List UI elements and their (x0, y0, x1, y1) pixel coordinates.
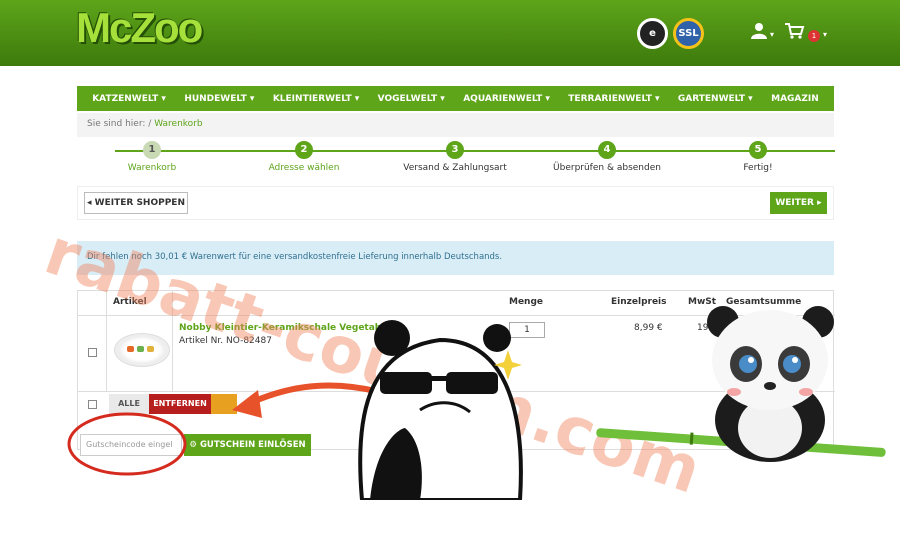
checkout-step-3: 3 Versand & Zahlungsart (385, 141, 525, 173)
breadcrumb-current[interactable]: Warenkorb (154, 119, 202, 129)
user-chevron-icon[interactable]: ▾ (770, 30, 774, 39)
step-label: Warenkorb (127, 163, 177, 173)
step-label: Versand & Zahlungsart (403, 163, 507, 173)
header-total: Gesamtsumme (726, 297, 802, 307)
row-checkbox[interactable] (88, 348, 97, 357)
quantity-input[interactable]: 1 (509, 322, 545, 338)
step-label: Überprüfen & absenden (553, 163, 661, 173)
checkout-step-1[interactable]: 1 Warenkorb (82, 141, 222, 173)
coupon-code-input[interactable]: Gutscheincode eingel (80, 434, 182, 456)
nav-kleintierwelt[interactable]: KLEINTIERWELT ▾ (273, 94, 359, 104)
header-vat: MwSt (688, 297, 717, 307)
continue-shopping-button[interactable]: ◂ WEITER SHOPPEN (84, 192, 188, 214)
step-number: 3 (446, 141, 464, 159)
cart-count-badge: 1 (808, 30, 820, 42)
cart-table: Artikel Menge Einzelpreis MwSt Gesamtsum… (77, 290, 835, 450)
step-number: 4 (598, 141, 616, 159)
step-label: Adresse wählen (268, 163, 340, 173)
select-all-checkbox[interactable] (88, 400, 97, 409)
step-label: Fertig! (743, 163, 773, 173)
user-icon[interactable] (750, 22, 768, 45)
product-article-number: Artikel Nr. NO-82487 (179, 336, 272, 346)
secondary-action-button[interactable] (211, 394, 237, 414)
trusted-shops-seal[interactable]: e (637, 18, 668, 49)
step-number: 5 (749, 141, 767, 159)
vat-rate: 19 (697, 323, 709, 333)
next-button[interactable]: WEITER ▸ (770, 192, 827, 214)
checkout-step-4: 4 Überprüfen & absenden (537, 141, 677, 173)
main-navigation: KATZENWELT ▾ HUNDEWELT ▾ KLEINTIERWELT ▾… (77, 86, 834, 111)
row-divider (78, 315, 835, 316)
redeem-coupon-button[interactable]: ⚙ GUTSCHEIN EINLÖSEN (184, 434, 311, 456)
ssl-seal: SSL (673, 18, 704, 49)
checkout-step-2: 2 Adresse wählen (234, 141, 374, 173)
site-header: McZoo e SSL ▾ 1 ▾ (0, 0, 900, 66)
product-name-link[interactable]: Nobby Kleintier-Keramikschale Vegetable (179, 323, 390, 333)
unit-price: 8,99 € (634, 323, 663, 333)
cart-chevron-icon[interactable]: ▾ (823, 30, 827, 39)
cart-icon[interactable] (785, 22, 805, 45)
breadcrumb: Sie sind hier: / Warenkorb (77, 113, 834, 137)
nav-vogelwelt[interactable]: VOGELWELT ▾ (378, 94, 445, 104)
header-quantity: Menge (509, 297, 544, 307)
nav-terrarienwelt[interactable]: TERRARIENWELT ▾ (568, 94, 659, 104)
nav-hundewelt[interactable]: HUNDEWELT ▾ (184, 94, 254, 104)
nav-katzenwelt[interactable]: KATZENWELT ▾ (92, 94, 166, 104)
nav-magazin[interactable]: MAGAZIN (771, 94, 819, 104)
breadcrumb-separator: / (148, 119, 152, 129)
nav-gartenwelt[interactable]: GARTENWELT ▾ (678, 94, 753, 104)
breadcrumb-prefix: Sie sind hier: (87, 119, 146, 129)
column-divider (172, 291, 173, 391)
select-all-button[interactable]: ALLE (109, 394, 149, 414)
column-divider (106, 291, 107, 391)
header-article: Artikel (113, 297, 147, 307)
header-unit-price: Einzelpreis (611, 297, 667, 307)
step-number: 2 (295, 141, 313, 159)
nav-aquarienwelt[interactable]: AQUARIENWELT ▾ (463, 94, 550, 104)
row-divider (78, 391, 835, 392)
checkout-step-5: 5 Fertig! (688, 141, 828, 173)
cart-toolbar (77, 186, 834, 220)
mczoo-logo[interactable]: McZoo (76, 4, 203, 52)
shipping-info-alert: Dir fehlen noch 30,01 € Warenwert für ei… (77, 241, 834, 275)
step-number: 1 (143, 141, 161, 159)
product-thumbnail[interactable] (114, 333, 170, 367)
remove-button[interactable]: ENTFERNEN (149, 394, 211, 414)
